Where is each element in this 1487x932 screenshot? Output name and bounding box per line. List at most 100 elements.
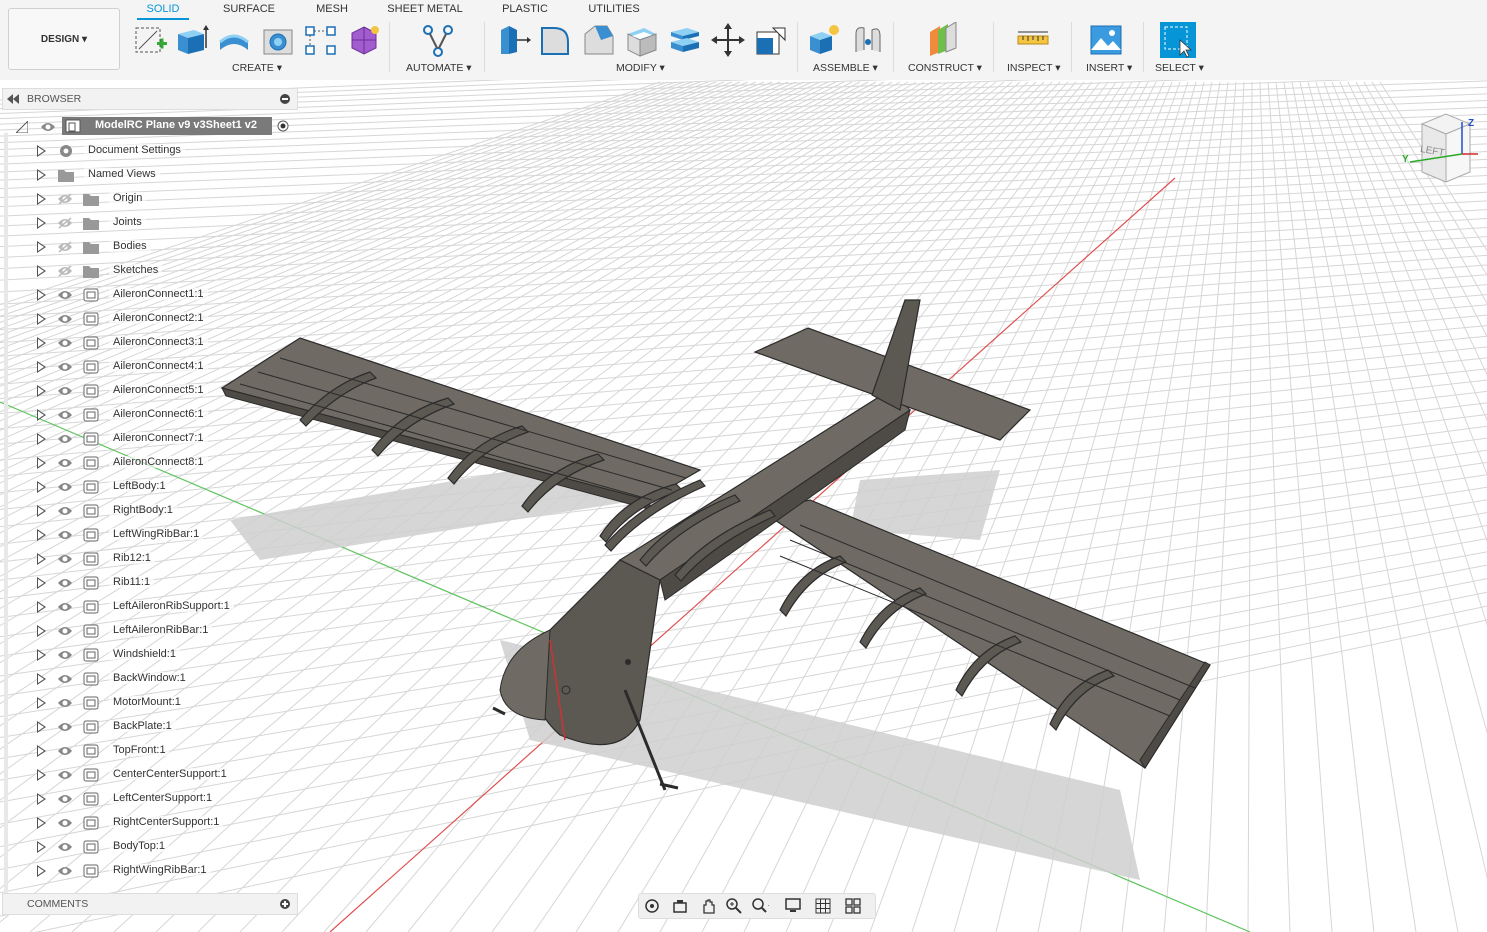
browser-tree-row[interactable]: BodyTop:1 [0, 835, 300, 859]
eye-icon[interactable] [57, 361, 73, 373]
insert-menu[interactable]: INSERT ▾ [1086, 62, 1132, 74]
expand-triangle-icon[interactable] [37, 817, 46, 829]
viewports-icon[interactable] [845, 897, 863, 915]
zoom-icon[interactable] [725, 897, 743, 915]
comments-panel[interactable]: COMMENTS [2, 893, 298, 915]
eye-icon[interactable] [57, 457, 73, 469]
move-icon[interactable] [710, 22, 746, 58]
browser-tree-row[interactable]: Joints [0, 211, 300, 235]
pan-icon[interactable] [699, 897, 717, 915]
joint-icon[interactable] [850, 22, 886, 58]
tab-sheet-metal[interactable]: SHEET METAL [385, 0, 465, 18]
expand-triangle-icon[interactable] [37, 241, 46, 253]
tab-mesh[interactable]: MESH [310, 0, 354, 18]
browser-tree-row[interactable]: Sketches [0, 259, 300, 283]
expand-triangle-icon[interactable] [37, 673, 46, 685]
eye-icon[interactable] [57, 481, 73, 493]
eye-icon[interactable] [40, 121, 56, 133]
expand-triangle-icon[interactable] [37, 385, 46, 397]
browser-tree-row[interactable]: LeftAileronRibSupport:1 [0, 595, 300, 619]
browser-tree-row[interactable]: RightCenterSupport:1 [0, 811, 300, 835]
browser-minus-icon[interactable] [280, 94, 290, 104]
expand-triangle-icon[interactable] [37, 265, 46, 277]
browser-tree-row[interactable]: AileronConnect2:1 [0, 307, 300, 331]
expand-triangle-icon[interactable] [37, 145, 46, 157]
look-at-icon[interactable] [671, 897, 689, 915]
eye-icon[interactable] [57, 625, 73, 637]
expand-triangle-icon[interactable] [37, 193, 46, 205]
browser-tree-row[interactable]: LeftAileronRibBar:1 [0, 619, 300, 643]
activate-radio-icon[interactable] [277, 120, 289, 132]
combine-icon[interactable] [667, 22, 703, 58]
create-menu[interactable]: CREATE ▾ [232, 62, 282, 74]
expand-triangle-icon[interactable] [37, 841, 46, 853]
extrude-icon[interactable] [174, 22, 210, 58]
browser-tree-row[interactable]: AileronConnect4:1 [0, 355, 300, 379]
browser-tree-row[interactable]: LeftWingRibBar:1 [0, 523, 300, 547]
workspace-switcher-button[interactable]: DESIGN ▾ [8, 8, 120, 70]
measure-icon[interactable] [1015, 22, 1051, 58]
browser-tree-row[interactable]: BackPlate:1 [0, 715, 300, 739]
expand-triangle-icon[interactable] [37, 361, 46, 373]
select-menu[interactable]: SELECT ▾ [1155, 62, 1204, 74]
shell-icon[interactable] [624, 22, 660, 58]
eye-icon[interactable] [57, 553, 73, 565]
select-icon[interactable] [1160, 22, 1196, 58]
browser-tree-row[interactable]: Windshield:1 [0, 643, 300, 667]
expand-triangle-icon[interactable] [37, 625, 46, 637]
browser-tree-row[interactable]: BackWindow:1 [0, 667, 300, 691]
expand-triangle-icon[interactable] [37, 649, 46, 661]
browser-root-row[interactable]: ModelRC Plane v9 v3Sheet1 v2 [0, 115, 300, 139]
browser-tree-row[interactable]: AileronConnect1:1 [0, 283, 300, 307]
eye-icon[interactable] [57, 505, 73, 517]
orbit-icon[interactable] [643, 897, 661, 915]
pattern-icon[interactable] [303, 22, 339, 58]
expand-triangle-icon[interactable] [37, 529, 46, 541]
assemble-menu[interactable]: ASSEMBLE ▾ [813, 62, 878, 74]
eye-icon[interactable] [57, 817, 73, 829]
expand-triangle-icon[interactable] [37, 337, 46, 349]
chamfer-icon[interactable] [581, 22, 617, 58]
eye-icon[interactable] [57, 385, 73, 397]
eye-icon[interactable] [57, 769, 73, 781]
expand-triangle-icon[interactable] [37, 217, 46, 229]
eye-icon[interactable] [57, 673, 73, 685]
expand-triangle-icon[interactable] [37, 601, 46, 613]
browser-tree-row[interactable]: TopFront:1 [0, 739, 300, 763]
offset-plane-icon[interactable] [926, 21, 962, 58]
eye-hidden-icon[interactable] [57, 241, 73, 253]
display-settings-icon[interactable] [785, 897, 803, 915]
eye-hidden-icon[interactable] [57, 265, 73, 277]
expand-triangle-icon[interactable] [37, 769, 46, 781]
expand-triangle-icon[interactable] [37, 793, 46, 805]
browser-tree-row[interactable]: RightWingRibBar:1 [0, 859, 300, 883]
automate-icon[interactable] [420, 22, 456, 58]
eye-icon[interactable] [57, 649, 73, 661]
expand-triangle-icon[interactable] [37, 409, 46, 421]
eye-hidden-icon[interactable] [57, 217, 73, 229]
tab-surface[interactable]: SURFACE [219, 0, 279, 18]
tab-plastic[interactable]: PLASTIC [497, 0, 553, 18]
browser-tree-row[interactable]: Rib12:1 [0, 547, 300, 571]
eye-icon[interactable] [57, 841, 73, 853]
expand-triangle-icon[interactable] [37, 433, 46, 445]
eye-icon[interactable] [57, 337, 73, 349]
tab-utilities[interactable]: UTILITIES [585, 0, 643, 18]
browser-tree-row[interactable]: Bodies [0, 235, 300, 259]
eye-icon[interactable] [57, 313, 73, 325]
add-comment-icon[interactable] [280, 899, 290, 909]
expand-triangle-icon[interactable] [16, 121, 28, 133]
browser-tree-row[interactable]: Document Settings [0, 139, 300, 163]
expand-triangle-icon[interactable] [37, 577, 46, 589]
press-pull-icon[interactable] [495, 22, 531, 58]
expand-triangle-icon[interactable] [37, 481, 46, 493]
browser-tree-row[interactable]: Rib11:1 [0, 571, 300, 595]
browser-tree-row[interactable]: AileronConnect5:1 [0, 379, 300, 403]
browser-tree-row[interactable]: Origin [0, 187, 300, 211]
expand-triangle-icon[interactable] [37, 289, 46, 301]
grid-settings-icon[interactable] [815, 897, 833, 915]
expand-triangle-icon[interactable] [37, 169, 46, 181]
browser-tree-row[interactable]: AileronConnect3:1 [0, 331, 300, 355]
eye-icon[interactable] [57, 865, 73, 877]
expand-triangle-icon[interactable] [37, 457, 46, 469]
